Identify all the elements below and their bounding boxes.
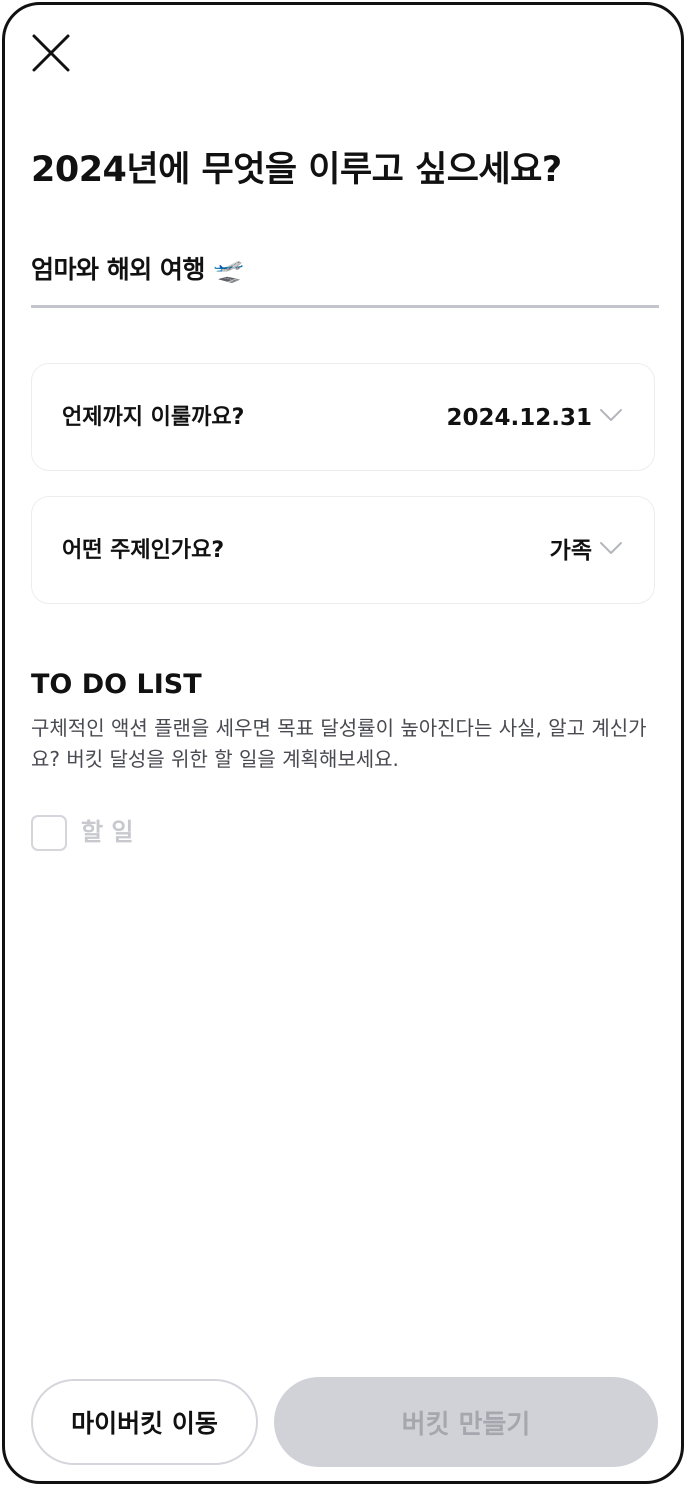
my-bucket-button[interactable]: 마이버킷 이동	[31, 1379, 258, 1465]
category-value: 가족	[549, 538, 592, 564]
chevron-down-icon	[600, 409, 622, 421]
deadline-value: 2024.12.31	[446, 405, 592, 431]
goal-input[interactable]	[31, 235, 659, 301]
goal-field	[31, 235, 659, 308]
chevron-down-icon	[600, 542, 622, 554]
category-selector[interactable]: 어떤 주제인가요? 가족	[31, 496, 655, 604]
todo-description: 구체적인 액션 플랜을 세우면 목표 달성률이 높아진다는 사실, 알고 계신가…	[31, 716, 647, 771]
deadline-selector[interactable]: 언제까지 이룰까요? 2024.12.31	[31, 363, 655, 471]
todo-item-input[interactable]	[81, 811, 641, 853]
close-button[interactable]	[31, 33, 71, 73]
todo-checkbox[interactable]	[31, 815, 67, 851]
todo-section-title: TO DO LIST	[31, 669, 202, 700]
deadline-label: 언제까지 이룰까요?	[62, 405, 245, 430]
app-screen: 2024년에 무엇을 이루고 싶으세요? 언제까지 이룰까요? 2024.12.…	[2, 2, 684, 1484]
category-label: 어떤 주제인가요?	[62, 538, 225, 563]
page-title: 2024년에 무엇을 이루고 싶으세요?	[31, 150, 562, 190]
close-icon	[32, 34, 70, 72]
create-bucket-button[interactable]: 버킷 만들기	[274, 1377, 658, 1467]
